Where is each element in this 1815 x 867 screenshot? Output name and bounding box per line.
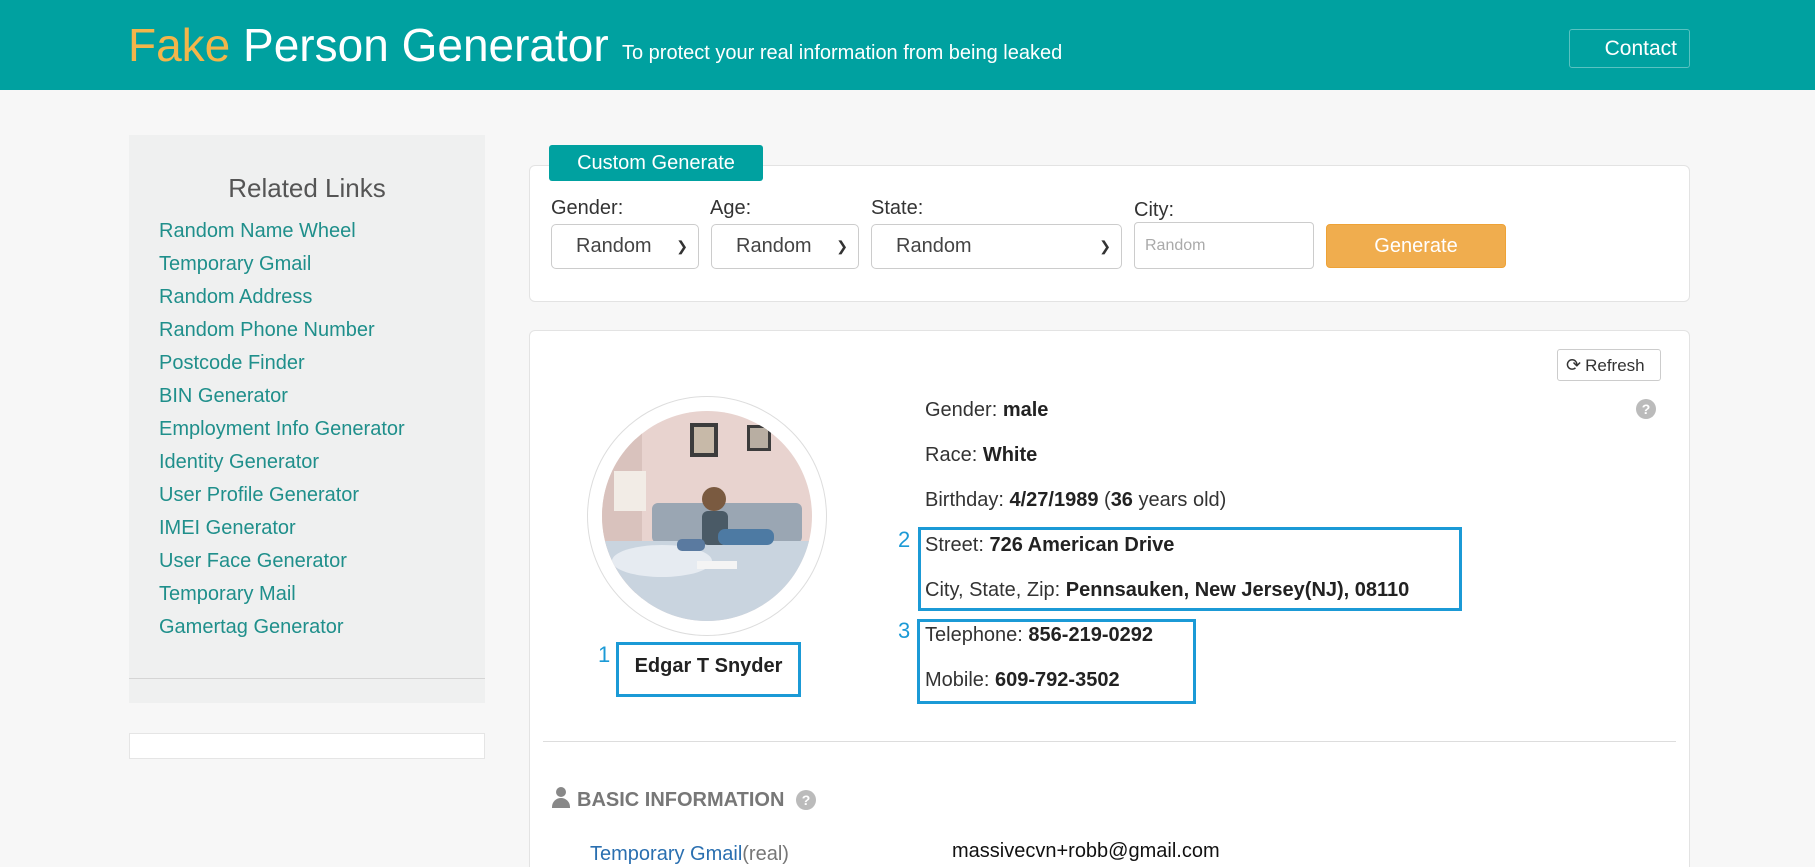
- state-select-value: Random: [896, 235, 972, 257]
- annotation-number-1: 1: [598, 642, 611, 667]
- sidebar-title: Related Links: [228, 173, 386, 203]
- logo-rest-text: Person Generator: [243, 19, 609, 71]
- race-value: White: [982, 444, 1038, 466]
- gender-info: Gender: male: [925, 399, 1049, 421]
- generate-button[interactable]: Generate: [1326, 224, 1506, 268]
- help-icon[interactable]: ?: [1636, 399, 1656, 419]
- logo-fake-text: Fake: [128, 19, 231, 71]
- annotation-number-3: 3: [898, 618, 911, 643]
- custom-generate-tab[interactable]: Custom Generate: [549, 145, 763, 181]
- sidebar-link-postcode-finder[interactable]: Postcode Finder: [159, 347, 405, 380]
- chevron-down-icon: ❯: [836, 238, 848, 254]
- sidebar-link-random-address[interactable]: Random Address: [159, 281, 405, 314]
- telephone-value: 856-219-0292: [1028, 624, 1153, 646]
- site-logo[interactable]: Fake Person Generator: [128, 18, 609, 72]
- sidebar-link-imei-generator[interactable]: IMEI Generator: [159, 512, 405, 545]
- chevron-down-icon: ❯: [1099, 238, 1111, 254]
- age-label: Age:: [710, 197, 752, 219]
- sidebar-link-user-face-generator[interactable]: User Face Generator: [159, 545, 405, 578]
- state-label: State:: [871, 197, 924, 219]
- avatar: [602, 411, 812, 621]
- age-select[interactable]: Random ❯: [711, 224, 859, 269]
- refresh-label: Refresh: [1585, 356, 1645, 375]
- sidebar-link-gamertag-generator[interactable]: Gamertag Generator: [159, 611, 405, 644]
- race-info: Race: White: [925, 444, 1038, 466]
- city-label: City:: [1134, 199, 1174, 221]
- gender-label: Gender:: [551, 197, 624, 219]
- gender-value: male: [1002, 399, 1049, 421]
- gender-select-value: Random: [576, 235, 652, 257]
- city-input[interactable]: Random: [1134, 222, 1314, 269]
- sidebar-link-identity-generator[interactable]: Identity Generator: [159, 446, 405, 479]
- sidebar-link-bin-generator[interactable]: BIN Generator: [159, 380, 405, 413]
- section-divider: [543, 741, 1676, 742]
- help-icon[interactable]: ?: [795, 790, 816, 810]
- person-full-name: Edgar T Snyder: [634, 655, 783, 677]
- sidebar-link-random-phone-number[interactable]: Random Phone Number: [159, 314, 405, 347]
- state-select[interactable]: Random ❯: [871, 224, 1122, 269]
- age-select-value: Random: [736, 235, 812, 257]
- refresh-icon: ⟳: [1566, 355, 1582, 375]
- city-state-zip-value: Pennsauken, New Jersey(NJ), 08110: [1065, 579, 1410, 601]
- temporary-gmail-value: massivecvn+robb@gmail.com: [952, 840, 1220, 862]
- street-info: Street: 726 American Drive: [925, 534, 1175, 556]
- site-tagline: To protect your real information from be…: [622, 42, 1063, 64]
- telephone-info: Telephone: 856-219-0292: [925, 624, 1153, 646]
- sidebar-link-temporary-mail[interactable]: Temporary Mail: [159, 578, 405, 611]
- birthday-info: Birthday: 4/27/1989 (36 years old): [925, 489, 1227, 511]
- sidebar-link-list: Random Name Wheel Temporary Gmail Random…: [159, 215, 405, 644]
- sidebar-divider: [129, 678, 485, 679]
- contact-button[interactable]: Contact: [1569, 29, 1690, 68]
- annotation-number-2: 2: [898, 527, 911, 552]
- sidebar-link-employment-info-generator[interactable]: Employment Info Generator: [159, 413, 405, 446]
- sidebar-link-random-name-wheel[interactable]: Random Name Wheel: [159, 215, 405, 248]
- gender-select[interactable]: Random ❯: [551, 224, 699, 269]
- refresh-button[interactable]: ⟳ Refresh: [1557, 349, 1661, 381]
- street-value: 726 American Drive: [989, 534, 1175, 556]
- site-header: Fake Person Generator To protect your re…: [0, 0, 1815, 90]
- city-state-zip-info: City, State, Zip: Pennsauken, New Jersey…: [925, 579, 1410, 601]
- mobile-value: 609-792-3502: [995, 669, 1120, 691]
- avatar-photo: [602, 411, 812, 621]
- user-icon: [551, 787, 571, 809]
- chevron-down-icon: ❯: [676, 238, 688, 254]
- basic-information-heading: BASIC INFORMATION ?: [551, 787, 816, 812]
- sidebar-ad-box: [129, 733, 485, 759]
- sidebar-link-user-profile-generator[interactable]: User Profile Generator: [159, 479, 405, 512]
- birthday-value: 4/27/1989: [1009, 489, 1099, 511]
- temporary-gmail-link[interactable]: Temporary Gmail(real): [590, 843, 789, 866]
- age-value: 36: [1110, 489, 1133, 511]
- sidebar-link-temporary-gmail[interactable]: Temporary Gmail: [159, 248, 405, 281]
- mobile-info: Mobile: 609-792-3502: [925, 669, 1120, 691]
- related-links-sidebar: Related Links Random Name Wheel Temporar…: [129, 135, 485, 703]
